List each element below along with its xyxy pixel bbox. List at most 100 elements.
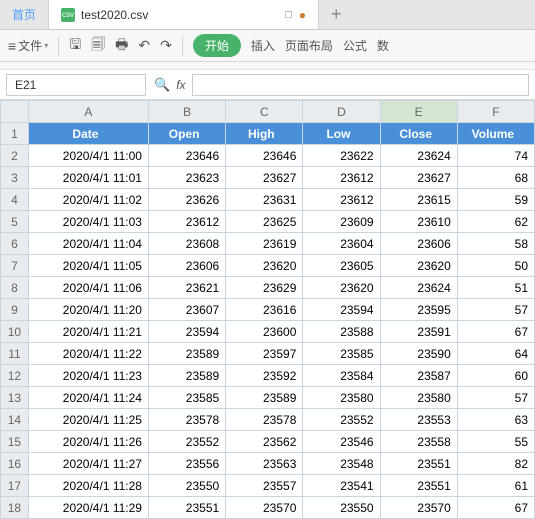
cell[interactable]: 23591 (380, 321, 457, 343)
column-header-e[interactable]: E (380, 101, 457, 123)
cell[interactable]: 23551 (148, 497, 225, 519)
tab-home[interactable]: 首页 (0, 0, 49, 29)
cell[interactable]: 23646 (226, 145, 303, 167)
cell[interactable]: 2020/4/1 11:06 (28, 277, 148, 299)
header-cell[interactable]: Open (148, 123, 225, 145)
formula-tab[interactable]: 公式 (343, 37, 367, 54)
cell[interactable]: 57 (457, 299, 534, 321)
cell[interactable]: 2020/4/1 11:25 (28, 409, 148, 431)
row-header[interactable]: 4 (1, 189, 29, 211)
cell[interactable]: 59 (457, 189, 534, 211)
tab-file[interactable]: csv test2020.csv ◻ ● (49, 0, 319, 29)
cell[interactable]: 23580 (303, 387, 380, 409)
column-header-c[interactable]: C (226, 101, 303, 123)
header-cell[interactable]: Close (380, 123, 457, 145)
row-header[interactable]: 6 (1, 233, 29, 255)
cell[interactable]: 23620 (226, 255, 303, 277)
cell[interactable]: 2020/4/1 11:29 (28, 497, 148, 519)
cell[interactable]: 23627 (380, 167, 457, 189)
row-header[interactable]: 3 (1, 167, 29, 189)
start-tab[interactable]: 开始 (193, 34, 241, 57)
cell[interactable]: 23562 (226, 431, 303, 453)
cell[interactable]: 60 (457, 365, 534, 387)
undo-button[interactable]: ↶ (138, 37, 150, 54)
cell[interactable]: 63 (457, 409, 534, 431)
cell[interactable]: 23615 (380, 189, 457, 211)
cell[interactable]: 57 (457, 387, 534, 409)
cell[interactable]: 23612 (303, 189, 380, 211)
header-cell[interactable]: Volume (457, 123, 534, 145)
cell[interactable]: 23552 (303, 409, 380, 431)
column-header-d[interactable]: D (303, 101, 380, 123)
select-all-corner[interactable] (1, 101, 29, 123)
cell[interactable]: 23604 (303, 233, 380, 255)
cell[interactable]: 23570 (380, 497, 457, 519)
cell[interactable]: 74 (457, 145, 534, 167)
cell[interactable]: 23551 (380, 453, 457, 475)
cell[interactable]: 51 (457, 277, 534, 299)
column-header-a[interactable]: A (28, 101, 148, 123)
menu-button[interactable]: ≡ 文件 ▾ (8, 37, 48, 54)
cell[interactable]: 23553 (380, 409, 457, 431)
column-header-f[interactable]: F (457, 101, 534, 123)
cell[interactable]: 23612 (148, 211, 225, 233)
new-tab-button[interactable]: + (319, 0, 354, 29)
row-header[interactable]: 1 (1, 123, 29, 145)
cell[interactable]: 2020/4/1 11:01 (28, 167, 148, 189)
cell[interactable]: 2020/4/1 11:02 (28, 189, 148, 211)
cell[interactable]: 23587 (380, 365, 457, 387)
row-header[interactable]: 8 (1, 277, 29, 299)
cell[interactable]: 23578 (226, 409, 303, 431)
row-header[interactable]: 2 (1, 145, 29, 167)
cell[interactable]: 23619 (226, 233, 303, 255)
cell[interactable]: 2020/4/1 11:22 (28, 343, 148, 365)
header-cell[interactable]: Date (28, 123, 148, 145)
cell[interactable]: 23595 (380, 299, 457, 321)
cell[interactable]: 23622 (303, 145, 380, 167)
cell[interactable]: 23610 (380, 211, 457, 233)
cell[interactable]: 23631 (226, 189, 303, 211)
cell[interactable]: 23580 (380, 387, 457, 409)
cell[interactable]: 23607 (148, 299, 225, 321)
row-header[interactable]: 7 (1, 255, 29, 277)
cell[interactable]: 23546 (303, 431, 380, 453)
cell[interactable]: 23585 (303, 343, 380, 365)
cell[interactable]: 23585 (148, 387, 225, 409)
cell[interactable]: 2020/4/1 11:20 (28, 299, 148, 321)
cell[interactable]: 23589 (226, 387, 303, 409)
cell[interactable]: 23550 (148, 475, 225, 497)
cell[interactable]: 23608 (148, 233, 225, 255)
cell[interactable]: 23594 (148, 321, 225, 343)
header-cell[interactable]: Low (303, 123, 380, 145)
cell[interactable]: 67 (457, 497, 534, 519)
row-header[interactable]: 11 (1, 343, 29, 365)
cell[interactable]: 23584 (303, 365, 380, 387)
cell[interactable]: 23621 (148, 277, 225, 299)
cell[interactable]: 23541 (303, 475, 380, 497)
cell[interactable]: 23600 (226, 321, 303, 343)
row-header[interactable]: 18 (1, 497, 29, 519)
search-icon[interactable]: 🔍 (154, 77, 170, 93)
row-header[interactable]: 10 (1, 321, 29, 343)
cell[interactable]: 23570 (226, 497, 303, 519)
cell[interactable]: 2020/4/1 11:23 (28, 365, 148, 387)
cell[interactable]: 23563 (226, 453, 303, 475)
cell[interactable]: 61 (457, 475, 534, 497)
cell[interactable]: 2020/4/1 11:21 (28, 321, 148, 343)
column-header-b[interactable]: B (148, 101, 225, 123)
formula-input[interactable] (192, 74, 529, 96)
cell[interactable]: 68 (457, 167, 534, 189)
row-header[interactable]: 9 (1, 299, 29, 321)
cell[interactable]: 62 (457, 211, 534, 233)
cell[interactable]: 23548 (303, 453, 380, 475)
save-button[interactable]: 🖫 (69, 34, 81, 58)
fx-label[interactable]: fx (176, 78, 185, 92)
cell[interactable]: 23550 (303, 497, 380, 519)
cell[interactable]: 2020/4/1 11:04 (28, 233, 148, 255)
cell[interactable]: 23592 (226, 365, 303, 387)
row-header[interactable]: 12 (1, 365, 29, 387)
cell[interactable]: 23589 (148, 365, 225, 387)
cell[interactable]: 2020/4/1 11:03 (28, 211, 148, 233)
row-header[interactable]: 16 (1, 453, 29, 475)
cell[interactable]: 23646 (148, 145, 225, 167)
